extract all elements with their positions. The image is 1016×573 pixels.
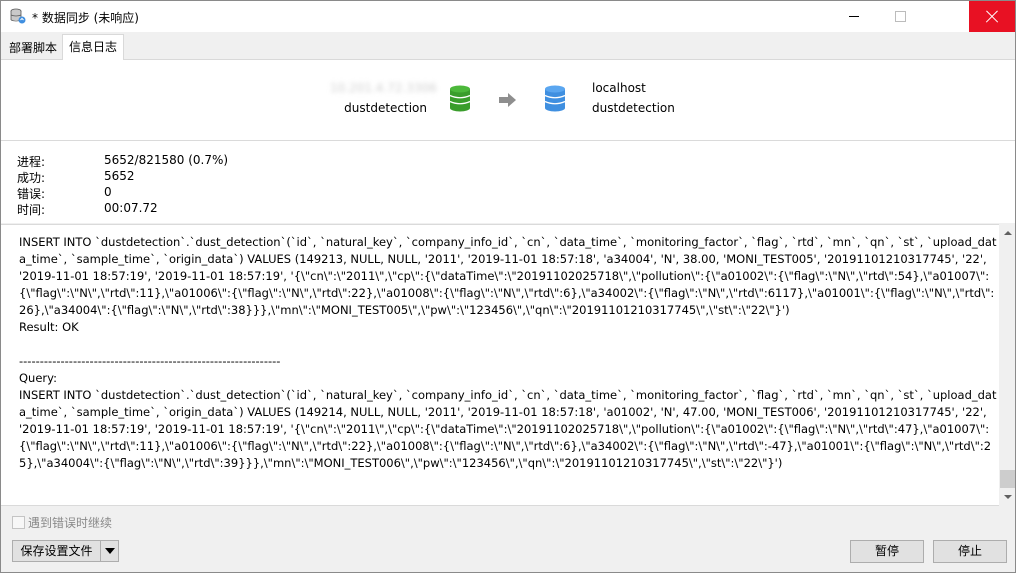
connection-header: 10.201.4.72.3306 dustdetection localhost… xyxy=(1,60,1015,141)
time-value: 00:07.72 xyxy=(104,201,158,215)
scroll-down-button[interactable] xyxy=(999,489,1015,506)
scroll-thumb[interactable] xyxy=(1000,470,1015,488)
continue-on-error-label: 遇到错误时继续 xyxy=(28,516,113,530)
log-vertical-scrollbar[interactable] xyxy=(999,224,1015,506)
maximize-icon xyxy=(894,11,906,22)
window-title: * 数据同步 (未响应) xyxy=(32,11,139,25)
minimize-button[interactable] xyxy=(831,1,877,32)
success-value: 5652 xyxy=(104,169,135,183)
close-icon xyxy=(985,10,999,24)
chevron-up-icon xyxy=(1004,231,1012,235)
target-host: localhost xyxy=(592,81,646,95)
tab-strip xyxy=(1,32,1015,60)
error-value: 0 xyxy=(104,185,112,199)
data-sync-app-icon xyxy=(10,8,26,24)
tab-info-log[interactable]: 信息日志 xyxy=(62,34,125,60)
chevron-down-icon xyxy=(1004,495,1012,499)
tab-deploy-script[interactable]: 部署脚本 xyxy=(3,37,63,59)
minimize-icon xyxy=(849,16,859,17)
stop-button[interactable]: 停止 xyxy=(933,540,1007,563)
sync-window: * 数据同步 (未响应) 部署脚本 信息日志 10.201.4.72.3306 … xyxy=(0,0,1016,573)
arrow-right-icon xyxy=(499,93,516,107)
source-database: dustdetection xyxy=(344,101,427,115)
source-database-icon xyxy=(449,85,471,112)
title-bar[interactable]: * 数据同步 (未响应) xyxy=(1,1,1015,32)
log-output[interactable]: INSERT INTO `dustdetection`.`dust_detect… xyxy=(1,224,999,506)
maximize-button[interactable] xyxy=(877,1,923,32)
time-label: 时间: xyxy=(17,203,46,217)
progress-stats: 进程: 5652/821580 (0.7%) 成功: 5652 错误: 0 时间… xyxy=(1,141,1015,223)
progress-value: 5652/821580 (0.7%) xyxy=(104,153,229,167)
target-database: dustdetection xyxy=(592,101,675,115)
target-database-icon xyxy=(544,85,566,112)
save-settings-button[interactable]: 保存设置文件 xyxy=(12,540,101,562)
pause-button[interactable]: 暂停 xyxy=(850,540,924,563)
success-label: 成功: xyxy=(17,171,46,185)
continue-on-error-checkbox[interactable] xyxy=(12,516,25,529)
scroll-up-button[interactable] xyxy=(999,224,1015,241)
error-label: 错误: xyxy=(17,187,46,201)
source-host: 10.201.4.72.3306 xyxy=(330,81,437,95)
log-text: INSERT INTO `dustdetection`.`dust_detect… xyxy=(19,235,997,470)
save-settings-dropdown-button[interactable] xyxy=(100,540,119,562)
progress-label: 进程: xyxy=(17,155,46,169)
close-button[interactable] xyxy=(969,1,1015,32)
